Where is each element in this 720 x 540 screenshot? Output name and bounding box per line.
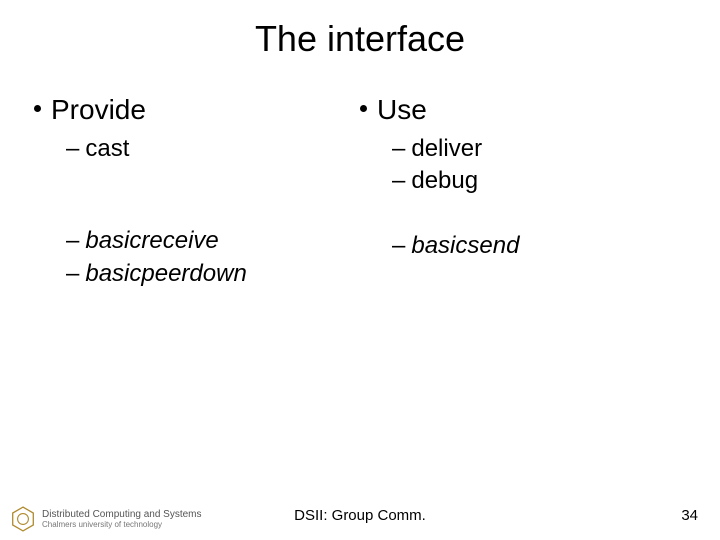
page-number: 34 — [681, 507, 698, 524]
right-column: Use – deliver – debug – basicsend — [360, 92, 686, 290]
dash-icon: – — [392, 165, 405, 197]
list-item: – basicsend — [392, 230, 686, 262]
footer-center: DSII: Group Comm. — [0, 507, 720, 524]
item-basicsend: basicsend — [411, 230, 519, 262]
provide-group-2: – basicreceive – basicpeerdown — [66, 225, 360, 290]
list-item: – cast — [66, 133, 360, 165]
list-item: – deliver — [392, 133, 686, 165]
item-deliver: deliver — [411, 133, 482, 165]
item-basicreceive: basicreceive — [85, 225, 218, 257]
item-basicpeerdown: basicpeerdown — [85, 258, 246, 290]
list-item: – basicreceive — [66, 225, 360, 257]
heading-provide: Provide — [51, 92, 146, 127]
item-debug: debug — [411, 165, 478, 197]
dash-icon: – — [392, 133, 405, 165]
bullet-provide: Provide — [34, 92, 360, 127]
bullet-use: Use — [360, 92, 686, 127]
heading-use: Use — [377, 92, 427, 127]
use-group-1: – deliver – debug — [392, 133, 686, 198]
slide-body: Provide – cast – basicreceive – basicpee… — [34, 92, 686, 290]
bullet-icon — [34, 105, 41, 112]
list-item: – basicpeerdown — [66, 258, 360, 290]
slide: The interface Provide – cast – basicrece… — [0, 0, 720, 540]
dash-icon: – — [66, 133, 79, 165]
list-item: – debug — [392, 165, 686, 197]
item-cast: cast — [85, 133, 129, 165]
left-column: Provide – cast – basicreceive – basicpee… — [34, 92, 360, 290]
bullet-icon — [360, 105, 367, 112]
dash-icon: – — [392, 230, 405, 262]
use-group-2: – basicsend — [392, 230, 686, 262]
provide-group-1: – cast — [66, 133, 360, 165]
dash-icon: – — [66, 258, 79, 290]
dash-icon: – — [66, 225, 79, 257]
slide-title: The interface — [0, 18, 720, 60]
